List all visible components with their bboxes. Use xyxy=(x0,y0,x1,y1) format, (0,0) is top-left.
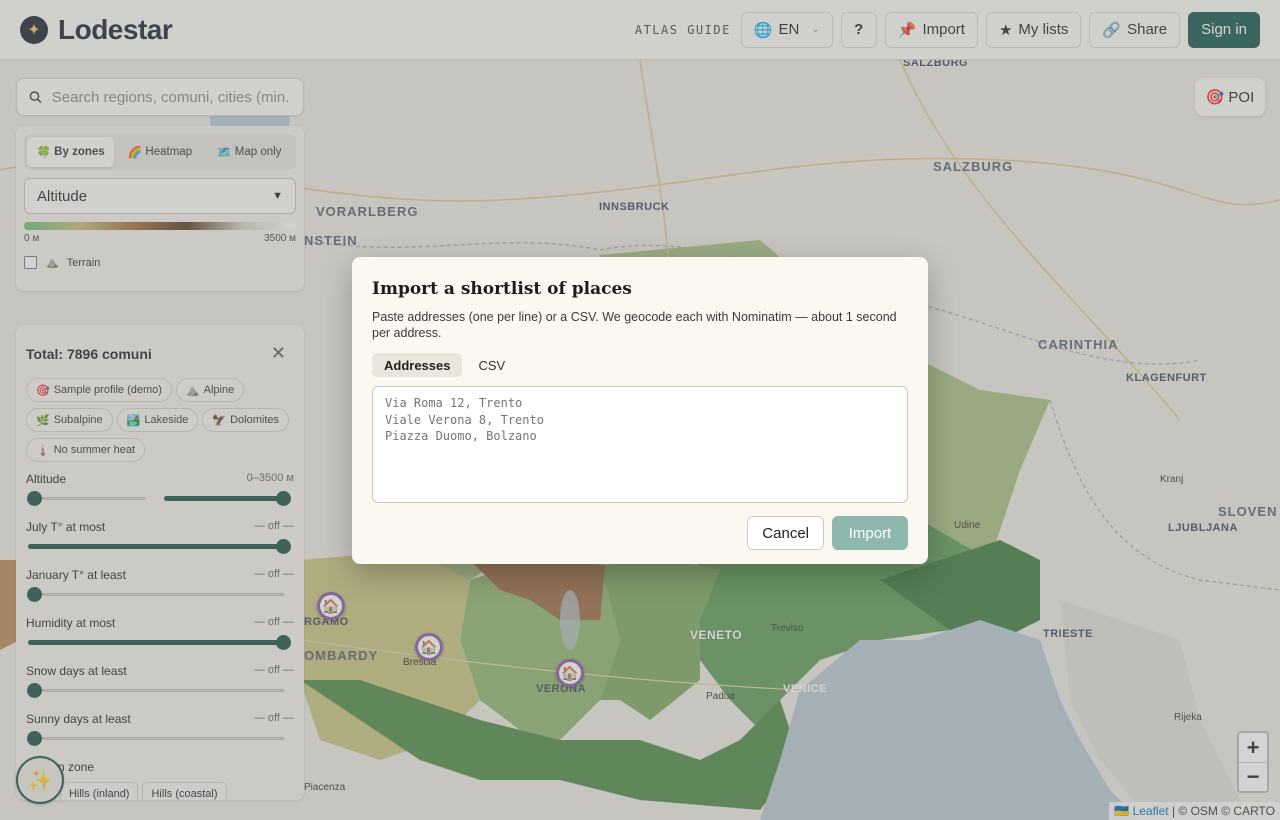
import-dialog: Import a shortlist of places Paste addre… xyxy=(352,257,928,564)
cancel-button[interactable]: Cancel xyxy=(747,516,824,550)
dialog-title: Import a shortlist of places xyxy=(372,279,632,299)
dialog-description: Paste addresses (one per line) or a CSV.… xyxy=(372,310,897,340)
addresses-textarea[interactable] xyxy=(372,386,908,503)
import-format-tabs: Addresses CSV xyxy=(372,353,908,377)
tab-addresses[interactable]: Addresses xyxy=(372,353,463,377)
import-submit-button[interactable]: Import xyxy=(832,516,908,550)
tab-csv[interactable]: CSV xyxy=(466,353,517,377)
